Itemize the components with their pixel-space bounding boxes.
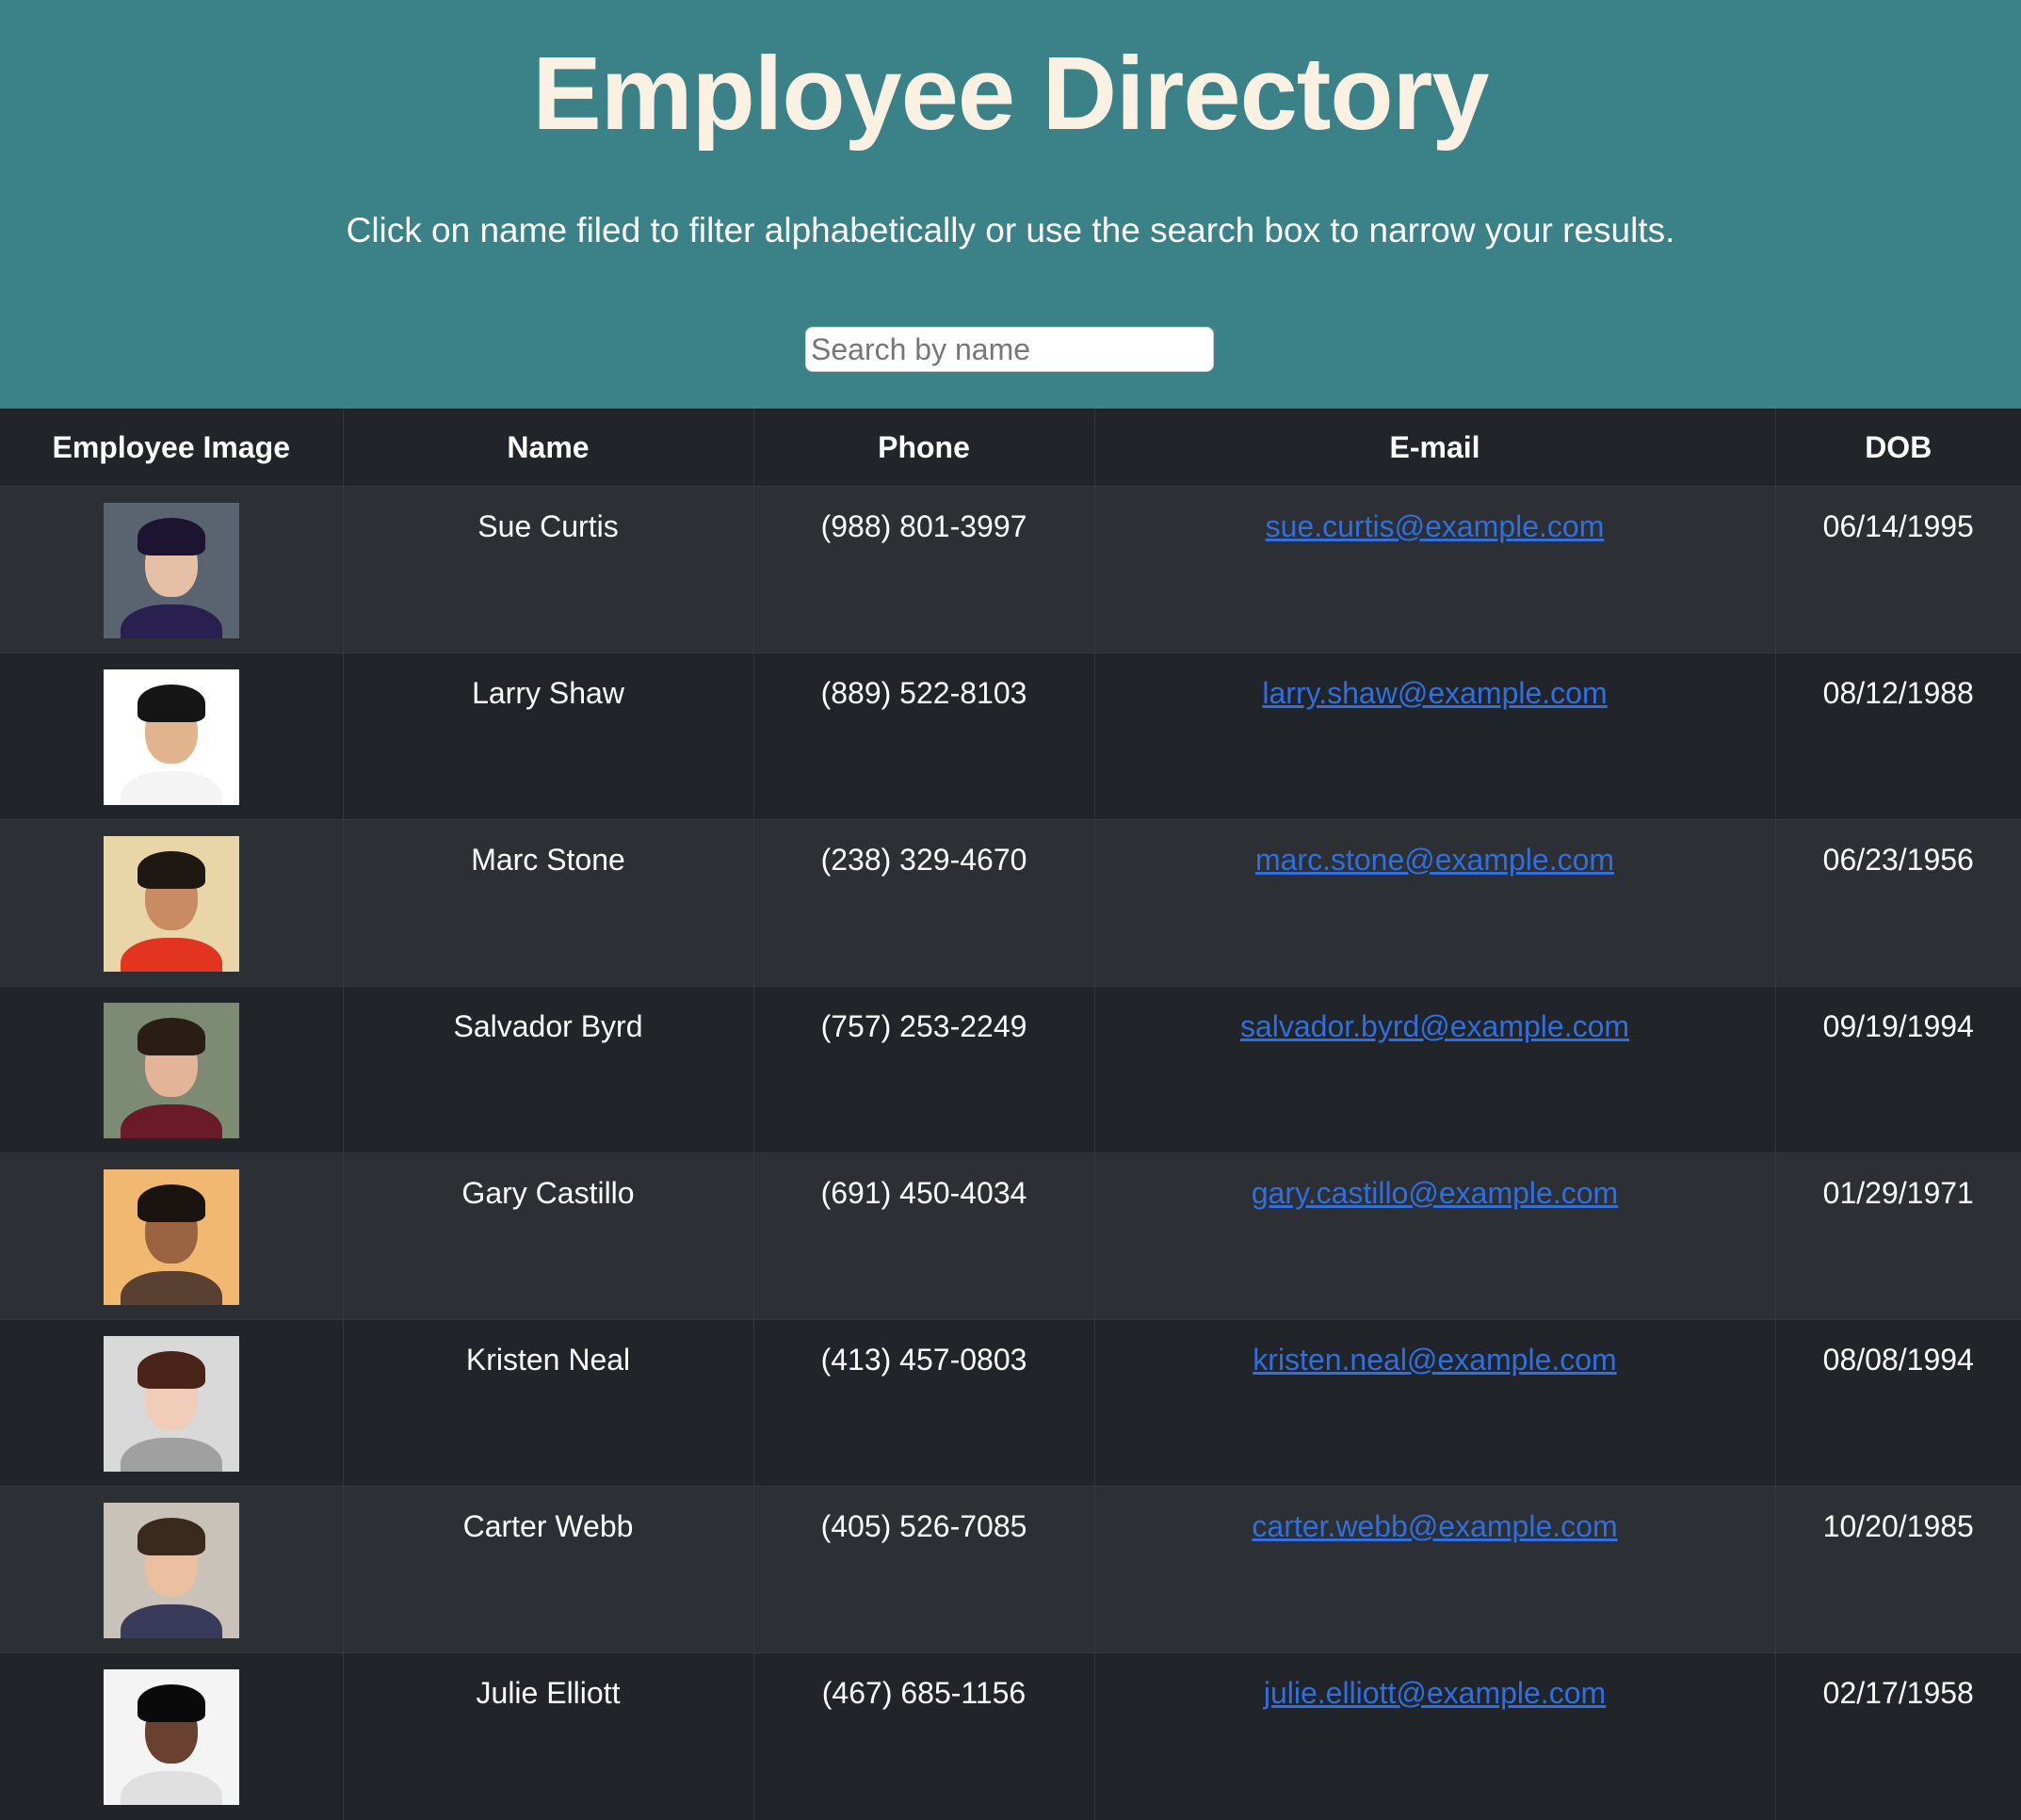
employee-email-cell: larry.shaw@example.com bbox=[1094, 652, 1776, 820]
employee-email-cell: kristen.neal@example.com bbox=[1094, 1319, 1776, 1487]
column-header-email: E-mail bbox=[1094, 410, 1776, 487]
table-row: Carter Webb (405) 526-7085 carter.webb@exa… bbox=[0, 1486, 2021, 1653]
employee-phone: (988) 801-3997 bbox=[753, 486, 1095, 653]
employee-table: Employee Image Name Phone E-mail DOB Sue… bbox=[0, 410, 2021, 1820]
employee-email-cell: sue.curtis@example.com bbox=[1094, 486, 1776, 653]
employee-email-cell: marc.stone@example.com bbox=[1094, 819, 1776, 987]
table-row: Sue Curtis (988) 801-3997 sue.curtis@examp… bbox=[0, 486, 2021, 653]
employee-image-cell bbox=[0, 1152, 344, 1320]
employee-dob: 09/19/1994 bbox=[1775, 986, 2021, 1153]
employee-image-cell bbox=[0, 1319, 344, 1487]
employee-email-link[interactable]: larry.shaw@example.com bbox=[1262, 676, 1607, 710]
employee-phone: (413) 457-0803 bbox=[753, 1319, 1095, 1487]
avatar bbox=[103, 1336, 239, 1472]
employee-email-link[interactable]: salvador.byrd@example.com bbox=[1240, 1009, 1629, 1043]
avatar bbox=[103, 503, 239, 638]
employee-phone: (467) 685-1156 bbox=[753, 1652, 1095, 1820]
avatar bbox=[103, 1669, 239, 1805]
employee-name: Marc Stone bbox=[343, 819, 754, 987]
employee-name: Sue Curtis bbox=[343, 486, 754, 653]
search-container bbox=[805, 327, 1214, 372]
table-row: Salvador Byrd (757) 253-2249 salvador.byrd… bbox=[0, 986, 2021, 1153]
employee-dob: 06/14/1995 bbox=[1775, 486, 2021, 653]
avatar bbox=[103, 1003, 239, 1138]
employee-email-link[interactable]: gary.castillo@example.com bbox=[1252, 1176, 1618, 1210]
column-header-name[interactable]: Name bbox=[343, 410, 754, 487]
employee-email-link[interactable]: carter.webb@example.com bbox=[1252, 1509, 1617, 1543]
employee-image-cell bbox=[0, 819, 344, 987]
avatar bbox=[103, 836, 239, 972]
employee-phone: (757) 253-2249 bbox=[753, 986, 1095, 1153]
employee-email-link[interactable]: julie.elliott@example.com bbox=[1264, 1676, 1606, 1710]
employee-email-link[interactable]: kristen.neal@example.com bbox=[1253, 1343, 1616, 1377]
avatar bbox=[103, 669, 239, 805]
table-row: Julie Elliott (467) 685-1156 julie.elliott… bbox=[0, 1652, 2021, 1820]
employee-image-cell bbox=[0, 1652, 344, 1820]
employee-email-link[interactable]: sue.curtis@example.com bbox=[1266, 509, 1605, 543]
employee-name: Julie Elliott bbox=[343, 1652, 754, 1820]
employee-email-cell: gary.castillo@example.com bbox=[1094, 1152, 1776, 1320]
employee-email-cell: carter.webb@example.com bbox=[1094, 1486, 1776, 1653]
table-header-row: Employee Image Name Phone E-mail DOB bbox=[0, 410, 2021, 487]
search-input[interactable] bbox=[805, 327, 1214, 372]
employee-email-cell: julie.elliott@example.com bbox=[1094, 1652, 1776, 1820]
employee-phone: (889) 522-8103 bbox=[753, 652, 1095, 820]
column-header-phone: Phone bbox=[753, 410, 1095, 487]
employee-phone: (691) 450-4034 bbox=[753, 1152, 1095, 1320]
employee-dob: 02/17/1958 bbox=[1775, 1652, 2021, 1820]
column-header-dob: DOB bbox=[1775, 410, 2021, 487]
page-title: Employee Directory bbox=[532, 36, 1489, 152]
avatar bbox=[103, 1503, 239, 1638]
employee-image-cell bbox=[0, 486, 344, 653]
table-row: Gary Castillo (691) 450-4034 gary.castillo… bbox=[0, 1152, 2021, 1320]
employee-phone: (405) 526-7085 bbox=[753, 1486, 1095, 1653]
employee-dob: 01/29/1971 bbox=[1775, 1152, 2021, 1320]
avatar bbox=[103, 1169, 239, 1305]
employee-image-cell bbox=[0, 652, 344, 820]
employee-image-cell bbox=[0, 986, 344, 1153]
employee-name: Salvador Byrd bbox=[343, 986, 754, 1153]
employee-dob: 06/23/1956 bbox=[1775, 819, 2021, 987]
employee-email-cell: salvador.byrd@example.com bbox=[1094, 986, 1776, 1153]
page-header: Employee Directory Click on name filed t… bbox=[0, 0, 2021, 410]
employee-name: Carter Webb bbox=[343, 1486, 754, 1653]
employee-dob: 10/20/1985 bbox=[1775, 1486, 2021, 1653]
table-row: Kristen Neal (413) 457-0803 kristen.neal@e… bbox=[0, 1319, 2021, 1487]
employee-name: Gary Castillo bbox=[343, 1152, 754, 1320]
employee-dob: 08/12/1988 bbox=[1775, 652, 2021, 820]
employee-image-cell bbox=[0, 1486, 344, 1653]
employee-name: Kristen Neal bbox=[343, 1319, 754, 1487]
employee-name: Larry Shaw bbox=[343, 652, 754, 820]
column-header-image: Employee Image bbox=[0, 410, 344, 487]
employee-phone: (238) 329-4670 bbox=[753, 819, 1095, 987]
table-row: Larry Shaw (889) 522-8103 larry.shaw@examp… bbox=[0, 652, 2021, 820]
page-subtitle: Click on name filed to filter alphabetic… bbox=[346, 211, 1675, 250]
table-row: Marc Stone (238) 329-4670 marc.stone@examp… bbox=[0, 819, 2021, 987]
employee-email-link[interactable]: marc.stone@example.com bbox=[1255, 843, 1614, 877]
employee-dob: 08/08/1994 bbox=[1775, 1319, 2021, 1487]
